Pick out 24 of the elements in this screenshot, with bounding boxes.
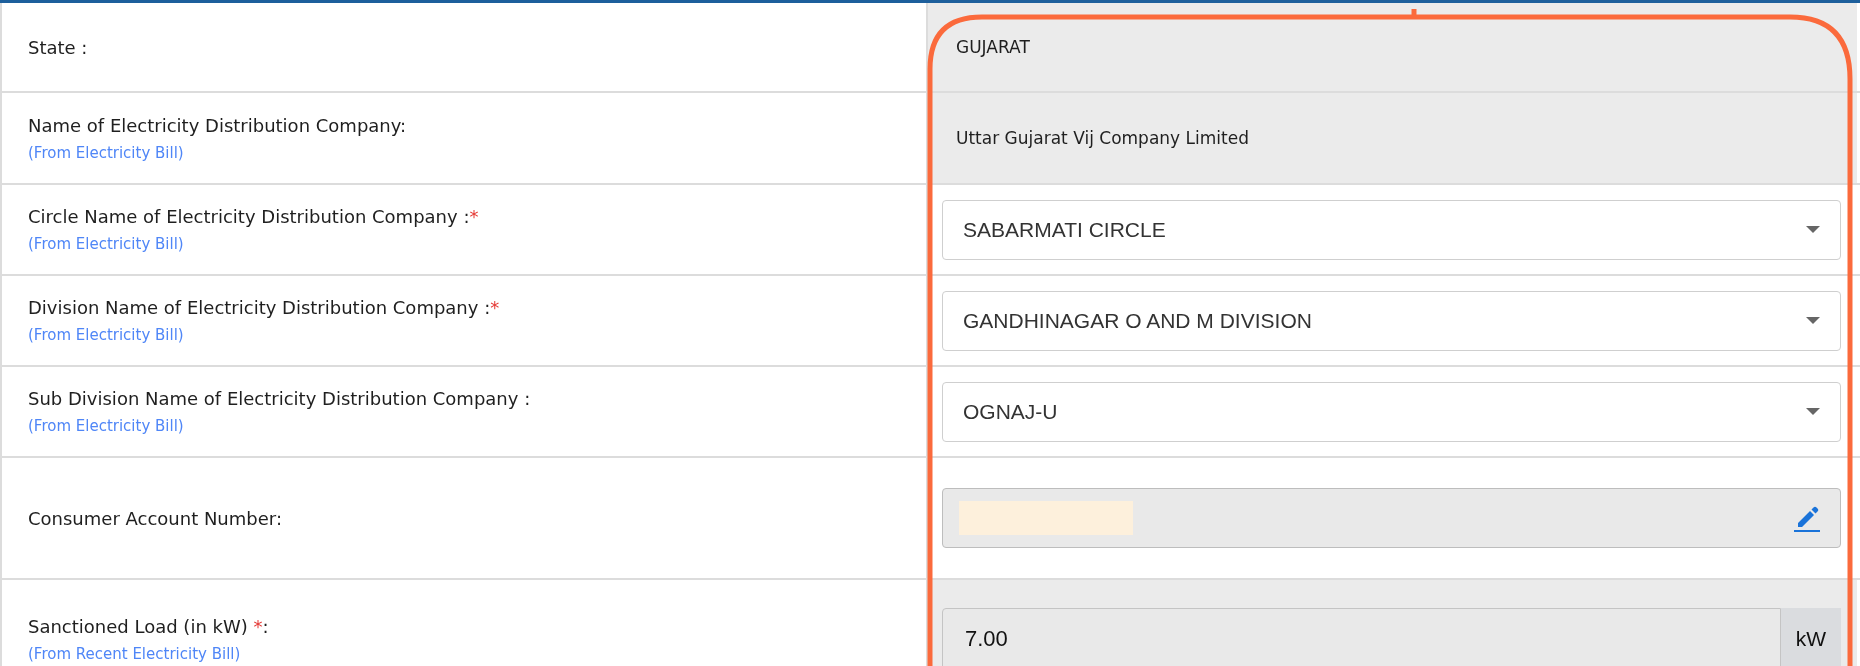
field-value: Uttar Gujarat Vij Company Limited (955, 128, 1249, 148)
field-label: Sub Division Name of Electricity Distribution Company : (28, 388, 532, 409)
dropdown[interactable]: GANDHINAGAR O AND M DIVISION (942, 290, 1841, 351)
dropdown[interactable]: OGNAJ-U (942, 381, 1841, 442)
field-label: Circle Name of Electricity Distribution Company :* (28, 206, 480, 227)
hint-text: (From Recent Electricity Bill) (28, 644, 241, 663)
hint-text: (From Electricity Bill) (28, 143, 184, 162)
field-value: GUJARAT (955, 37, 1030, 57)
caret-icon (1806, 317, 1820, 324)
field-label: State : (28, 36, 89, 58)
field-label: Sanctioned Load (in kW) *: (28, 615, 270, 637)
input-field[interactable] (942, 488, 1841, 548)
hint-text: (From Electricity Bill) (28, 417, 184, 435)
hint-text: (From Electricity Bill) (28, 326, 184, 344)
caret-icon (1806, 408, 1820, 415)
field-label: Consumer Account Number: (28, 507, 283, 529)
unit-label: kW (1781, 608, 1841, 666)
dropdown[interactable]: SABARMATI CIRCLE (942, 199, 1841, 260)
field-label: Division Name of Electricity Distribution Company :* (28, 297, 501, 318)
input-field[interactable]: 7.00 (942, 608, 1781, 666)
hint-text: (From Electricity Bill) (28, 235, 184, 253)
field-label: Name of Electricity Distribution Company: (28, 114, 408, 136)
caret-icon (1806, 226, 1820, 233)
edit-icon[interactable] (1794, 504, 1820, 532)
